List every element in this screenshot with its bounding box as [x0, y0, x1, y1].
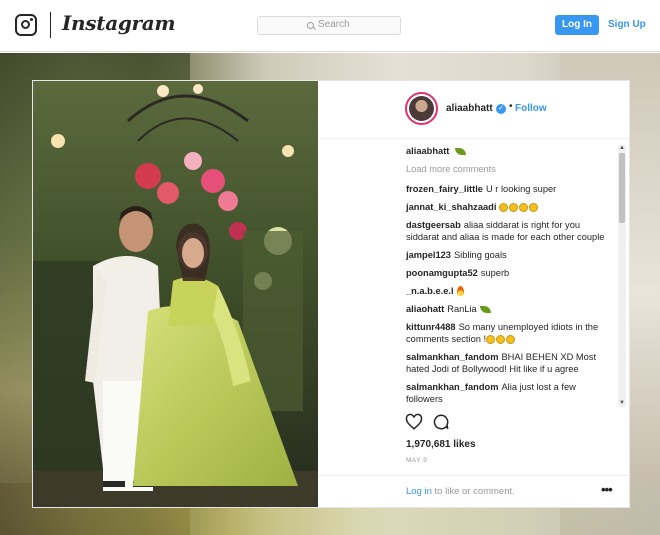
verified-icon: ✓	[496, 104, 506, 114]
top-navigation: Instagram Search Log In Sign Up	[0, 0, 660, 52]
comment-item: _n.a.b.e.e.l	[406, 285, 612, 297]
comment-text: superb	[480, 268, 510, 278]
comment-text: RanLia	[447, 304, 477, 314]
emoji-icon	[486, 335, 496, 344]
comment-username[interactable]: poonamgupta52	[406, 268, 478, 278]
post-date: MAY 9	[406, 457, 428, 464]
caption: aliaabhatt	[406, 145, 612, 157]
follow-button[interactable]: Follow	[515, 103, 547, 114]
heart-icon[interactable]	[405, 413, 423, 431]
leaf-icon	[455, 148, 467, 155]
comments-list[interactable]: aliaabhatt Load more comments frozen_fai…	[406, 145, 612, 407]
nav-divider	[50, 12, 51, 38]
emoji-icon	[519, 203, 529, 212]
comment-username[interactable]: kittunr4488	[406, 322, 456, 332]
likes-count[interactable]: 1,970,681 likes	[406, 439, 476, 450]
leaf-icon	[479, 306, 491, 313]
comments-scrollbar[interactable]: ▲ ▼	[618, 145, 626, 407]
comment-item: salmankhan_fandom Alia just lost a few fo…	[406, 381, 612, 405]
comment-text: Sibling goals	[453, 250, 507, 260]
signup-link[interactable]: Sign Up	[608, 19, 646, 30]
post-photo[interactable]	[33, 81, 318, 507]
login-prompt: Log in to like or comment.	[406, 486, 515, 497]
comment-icon[interactable]	[432, 413, 450, 431]
header-username[interactable]: aliaabhatt	[446, 103, 493, 114]
avatar[interactable]	[405, 92, 438, 125]
scrollbar-thumb[interactable]	[619, 153, 625, 223]
scroll-down-arrow-icon[interactable]: ▼	[619, 400, 625, 406]
instagram-wordmark[interactable]: Instagram	[62, 11, 176, 35]
comment-item: poonamgupta52 superb	[406, 267, 612, 279]
load-more-comments[interactable]: Load more comments	[406, 163, 612, 175]
emoji-icon	[496, 335, 506, 344]
emoji-icon	[529, 203, 539, 212]
comment-item: aliaohatt RanLia	[406, 303, 612, 315]
comment-item: salmankhan_fandom BHAI BEHEN XD Most hate…	[406, 351, 612, 375]
emoji-icon	[509, 203, 519, 212]
separator-dot: •	[509, 101, 513, 112]
post-photo-illustration	[33, 81, 318, 507]
login-prompt-text: to like or comment.	[431, 486, 515, 497]
comment-item: jannat_ki_shahzaadi	[406, 201, 612, 213]
more-options-icon[interactable]: •••	[601, 482, 613, 497]
comment-item: kittunr4488 So many unemployed idiots in …	[406, 321, 612, 345]
search-input[interactable]: Search	[257, 16, 401, 35]
post-header: aliaabhatt ✓ • Follow	[318, 81, 629, 139]
post-modal: aliaabhatt ✓ • Follow aliaabhatt Load mo…	[32, 80, 630, 508]
login-button[interactable]: Log In	[555, 15, 599, 35]
login-link[interactable]: Log in	[406, 486, 432, 497]
emoji-icon	[499, 203, 509, 212]
comment-username[interactable]: dastgeersab	[406, 220, 461, 230]
comment-username[interactable]: frozen_fairy_little	[406, 184, 483, 194]
fire-icon	[456, 286, 464, 296]
scroll-up-arrow-icon[interactable]: ▲	[619, 145, 625, 151]
search-icon	[307, 22, 314, 29]
comment-item: jampel123 Sibling goals	[406, 249, 612, 261]
comment-item: dastgeersab aliaa siddarat is right for y…	[406, 219, 612, 243]
emoji-icon	[506, 335, 516, 344]
search-placeholder: Search	[318, 19, 350, 30]
comment-text: U r looking super	[485, 184, 557, 194]
comment-username[interactable]: jampel123	[406, 250, 451, 260]
comment-item: frozen_fairy_little U r looking super	[406, 183, 612, 195]
comment-username[interactable]: jannat_ki_shahzaadi	[406, 202, 496, 212]
post-sidebar: aliaabhatt ✓ • Follow aliaabhatt Load mo…	[318, 81, 629, 507]
comment-login-bar: Log in to like or comment. •••	[318, 475, 629, 507]
caption-username[interactable]: aliaabhatt	[406, 146, 449, 156]
comment-username[interactable]: aliaohatt	[406, 304, 444, 314]
instagram-logo-icon[interactable]	[15, 14, 37, 36]
comment-username[interactable]: _n.a.b.e.e.l	[406, 286, 454, 296]
comment-username[interactable]: salmankhan_fandom	[406, 382, 498, 392]
comment-username[interactable]: salmankhan_fandom	[406, 352, 498, 362]
